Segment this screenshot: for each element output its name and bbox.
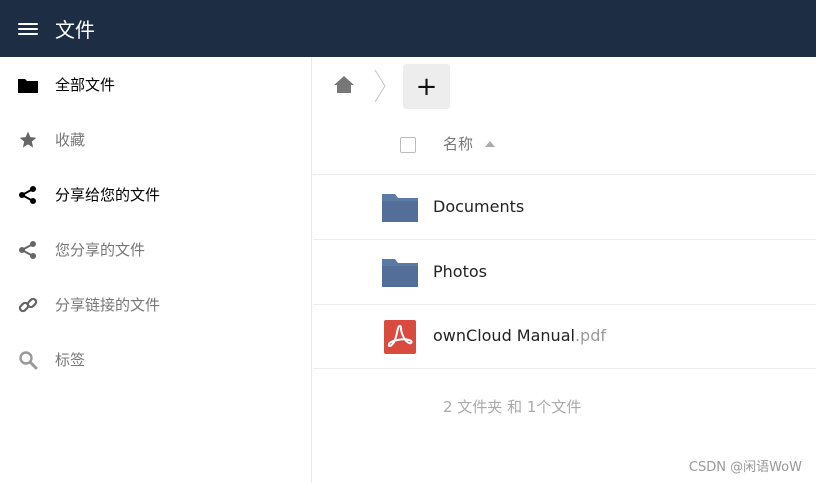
folder-icon bbox=[18, 75, 38, 95]
file-name[interactable]: Photos bbox=[433, 262, 487, 281]
sort-ascending-icon bbox=[485, 140, 496, 147]
table-row[interactable]: Photos bbox=[313, 241, 816, 305]
sidebar-item-label: 收藏 bbox=[55, 131, 86, 149]
file-summary: 2 文件夹 和 1个文件 bbox=[443, 398, 582, 416]
pdf-icon bbox=[384, 320, 416, 354]
watermark: CSDN @闲语WoW bbox=[688, 460, 802, 475]
sidebar-item-label: 全部文件 bbox=[55, 76, 116, 94]
folder-icon bbox=[382, 259, 418, 287]
file-extension: .pdf bbox=[574, 326, 606, 345]
folder-icon bbox=[382, 194, 418, 222]
name-column-header[interactable]: 名称 bbox=[443, 133, 496, 154]
select-all-checkbox[interactable] bbox=[400, 137, 416, 153]
sidebar-item-shared-by-you[interactable]: 您分享的文件 bbox=[0, 222, 311, 277]
table-header: 名称 bbox=[313, 119, 816, 175]
link-icon bbox=[18, 295, 38, 315]
new-button[interactable]: + bbox=[403, 64, 450, 109]
sidebar-item-shared-with-you[interactable]: 分享给您的文件 bbox=[0, 167, 311, 222]
file-basename: Photos bbox=[433, 262, 487, 281]
file-basename: Documents bbox=[433, 197, 525, 216]
table-row[interactable]: Documents bbox=[313, 176, 816, 240]
star-icon bbox=[18, 130, 38, 150]
name-column-label: 名称 bbox=[443, 135, 474, 153]
sidebar-item-label: 您分享的文件 bbox=[55, 241, 146, 259]
file-name[interactable]: Documents bbox=[433, 197, 524, 216]
breadcrumb-separator bbox=[374, 69, 386, 103]
sidebar-item-favorites[interactable]: 收藏 bbox=[0, 112, 311, 167]
sidebar-item-label: 分享给您的文件 bbox=[55, 186, 161, 204]
file-list-area: + 名称 Documents Photos ownCloud Manual.pd… bbox=[313, 57, 816, 483]
share-icon bbox=[18, 185, 38, 205]
file-name[interactable]: ownCloud Manual.pdf bbox=[433, 326, 606, 345]
hamburger-menu-icon[interactable] bbox=[18, 21, 38, 37]
share-icon bbox=[18, 240, 38, 260]
home-icon[interactable] bbox=[333, 74, 355, 96]
sidebar: 全部文件 收藏 分享给您的文件 您分享的文件 分享链接的文件 标签 bbox=[0, 57, 312, 483]
app-header: 文件 bbox=[0, 0, 816, 57]
sidebar-item-label: 分享链接的文件 bbox=[55, 296, 161, 314]
controls-bar: + bbox=[313, 57, 816, 117]
app-title: 文件 bbox=[55, 18, 95, 42]
sidebar-item-all-files[interactable]: 全部文件 bbox=[0, 57, 311, 112]
search-icon bbox=[18, 350, 38, 370]
sidebar-item-shared-by-link[interactable]: 分享链接的文件 bbox=[0, 277, 311, 332]
sidebar-item-label: 标签 bbox=[55, 351, 86, 369]
table-row[interactable]: ownCloud Manual.pdf bbox=[313, 305, 816, 369]
file-basename: ownCloud Manual bbox=[433, 326, 575, 345]
sidebar-item-tags[interactable]: 标签 bbox=[0, 332, 311, 387]
